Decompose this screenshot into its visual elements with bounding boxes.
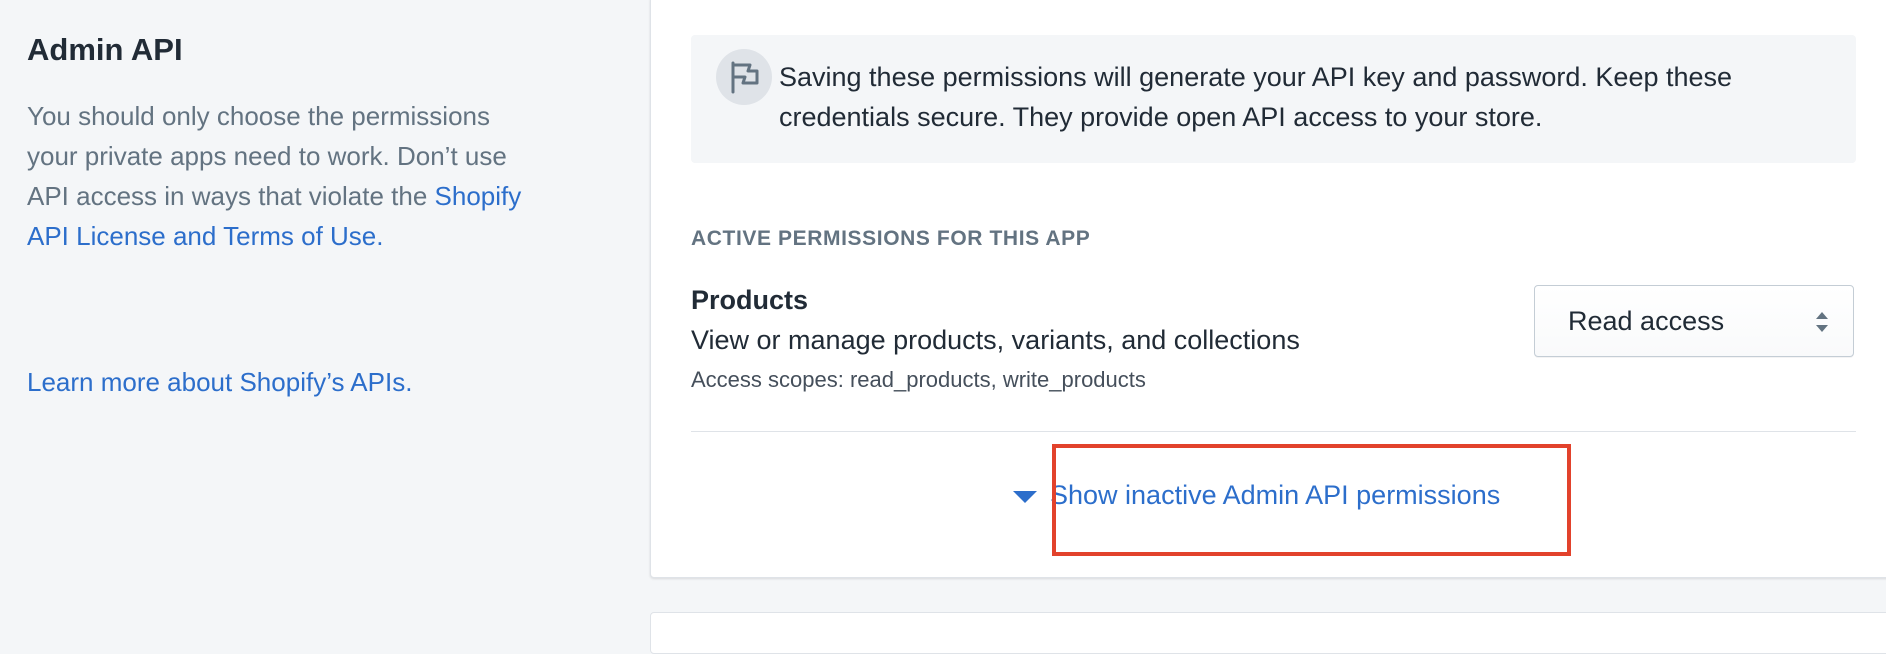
select-arrows-icon bbox=[1815, 310, 1829, 339]
caret-down-icon bbox=[1012, 489, 1038, 510]
next-card bbox=[650, 612, 1886, 654]
flag-icon bbox=[716, 49, 772, 105]
banner-text: Saving these permissions will generate y… bbox=[779, 62, 1733, 132]
show-inactive-permissions-toggle[interactable]: Show inactive Admin API permissions bbox=[1012, 443, 1532, 553]
section-title: Admin API bbox=[27, 32, 183, 67]
access-level-select[interactable]: Read access bbox=[1534, 285, 1854, 357]
permissions-card: Saving these permissions will generate y… bbox=[650, 0, 1886, 578]
info-banner: Saving these permissions will generate y… bbox=[691, 35, 1856, 163]
active-permissions-heading: ACTIVE PERMISSIONS FOR THIS APP bbox=[691, 227, 1091, 250]
divider bbox=[691, 431, 1856, 432]
permission-name: Products bbox=[691, 285, 809, 315]
learn-more-link[interactable]: Learn more about Shopify’s APIs. bbox=[27, 362, 412, 402]
access-level-value: Read access bbox=[1568, 306, 1725, 336]
sidebar: Admin API You should only choose the per… bbox=[27, 30, 547, 256]
show-inactive-permissions-link[interactable]: Show inactive Admin API permissions bbox=[1050, 477, 1500, 513]
permission-scopes: Access scopes: read_products, write_prod… bbox=[691, 367, 1146, 392]
section-description: You should only choose the permissions y… bbox=[27, 96, 547, 256]
permission-description: View or manage products, variants, and c… bbox=[691, 325, 1300, 355]
description-period: . bbox=[376, 221, 384, 251]
